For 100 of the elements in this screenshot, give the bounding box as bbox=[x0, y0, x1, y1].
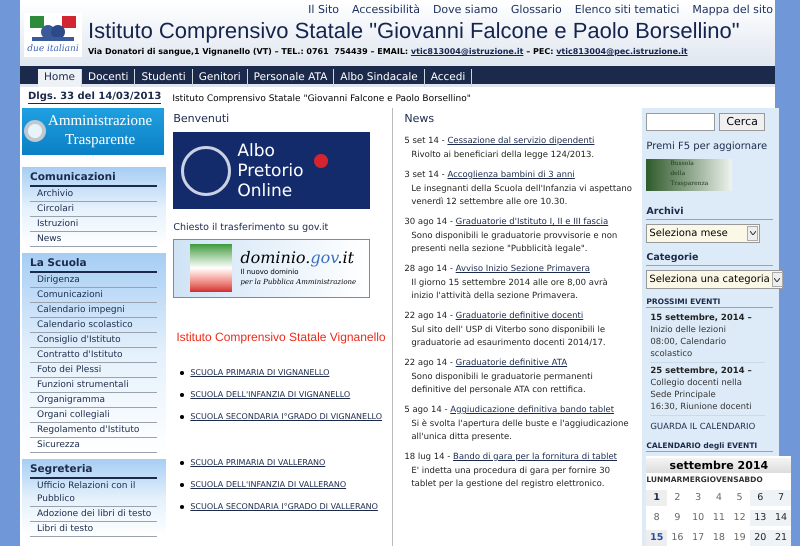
article-title-link[interactable]: Graduatorie definitive ATA bbox=[456, 357, 568, 369]
sidebar-link[interactable]: Dirigenza bbox=[30, 272, 158, 288]
calendar-day[interactable]: 18 bbox=[708, 530, 730, 546]
sidebar-link[interactable]: Regolamento d'Istituto bbox=[30, 422, 158, 438]
school-link[interactable]: SCUOLA SECONDARIA I°GRADO DI VIGNANELLO bbox=[190, 410, 382, 424]
sidebar-link[interactable]: Ufficio Relazioni con il Pubblico bbox=[30, 478, 158, 506]
school-link[interactable]: SCUOLA PRIMARIA DI VIGNANELLO bbox=[190, 366, 330, 380]
nav-tab[interactable]: Accedi bbox=[424, 68, 472, 86]
albo-pretorio-banner[interactable]: Albo Pretorio Online bbox=[173, 132, 370, 209]
calendar-day[interactable]: 1 bbox=[646, 490, 668, 506]
sidebar-link[interactable]: Archivio bbox=[30, 186, 158, 202]
article-summary: Il giorno 15 settembre 2014 alle ore 8,00 avrà inizio l'attività della sezione Primavera. bbox=[411, 277, 609, 303]
nav-tab[interactable]: Genitori bbox=[192, 68, 248, 86]
school-link[interactable]: SCUOLA DELL'INFANZIA DI VALLERANO bbox=[190, 478, 346, 492]
calendar-day[interactable]: 12 bbox=[729, 510, 750, 526]
sidebar-link[interactable]: Istruzioni bbox=[30, 216, 158, 232]
article-title-link[interactable]: Aggiudicazione definitiva bando tablet bbox=[450, 404, 614, 416]
top-link[interactable]: Mappa del sito bbox=[692, 2, 773, 18]
sidebar-link[interactable]: Funzioni strumentali bbox=[30, 378, 158, 392]
sidebar-link[interactable]: Organigramma bbox=[30, 392, 158, 408]
article-title-link[interactable]: Graduatorie definitive docenti bbox=[456, 310, 584, 322]
article-title-link[interactable]: Bando di gara per la fornitura di tablet bbox=[453, 451, 618, 463]
calendar-link[interactable]: GUARDA IL CALENDARIO bbox=[650, 421, 780, 433]
calendar-day[interactable]: 7 bbox=[770, 490, 792, 506]
article-summary: Sono disponibili le graduatorie provvisorie e non presenti nella sezione "Pubblicità legale". bbox=[411, 230, 618, 256]
article-title-link[interactable]: Graduatorie d'Istituto I, II e III fascia bbox=[456, 216, 608, 228]
calendar-day[interactable]: 13 bbox=[750, 510, 771, 526]
breadcrumb-text: Istituto Comprensivo Statale "Giovanni Falcone e Paolo Borsellino" bbox=[172, 92, 472, 106]
address-text: Via Donatori di sangue,1 Vignanello (VT) – TEL.: 0761 754439 – EMAIL: bbox=[88, 46, 410, 58]
top-link[interactable]: Elenco siti tematici bbox=[574, 2, 680, 18]
top-link[interactable]: Glossario bbox=[510, 2, 562, 18]
select-dropdown[interactable]: Seleziona mese bbox=[646, 224, 760, 243]
section-heading: Benvenuti bbox=[173, 110, 230, 126]
top-link[interactable]: Dove siamo bbox=[432, 2, 498, 18]
search-button[interactable]: Cerca bbox=[719, 112, 765, 130]
sidebar-link[interactable]: Sicurezza bbox=[30, 438, 158, 452]
calendar-day[interactable]: 6 bbox=[750, 490, 771, 506]
sidebar-link[interactable]: Organi collegiali bbox=[30, 408, 158, 422]
calendar-day[interactable]: 19 bbox=[729, 530, 750, 546]
nav-tab[interactable]: Albo Sindacale bbox=[334, 68, 425, 86]
calendar-day[interactable]: 2 bbox=[667, 490, 688, 506]
calendar-day[interactable]: 10 bbox=[688, 510, 708, 526]
sidebar-link[interactable]: Comunicazioni bbox=[30, 288, 158, 302]
transparency-banner[interactable]: Amministrazione Trasparente bbox=[22, 108, 164, 154]
section-heading: Comunicazioni bbox=[30, 170, 158, 186]
banner-text: Pretorio bbox=[237, 160, 304, 180]
school-link[interactable]: SCUOLA DELL'INFANZIA DI VIGNANELLO bbox=[190, 388, 350, 402]
article-summary: Sul sito dell' USP di Viterbo sono disponibili le graduatorie ad esaurimento docenti 2014/17. bbox=[411, 324, 607, 350]
transfer-text: Chiesto il trasferimento su gov.it bbox=[173, 221, 330, 235]
top-link[interactable]: Accessibilità bbox=[352, 2, 420, 18]
nav-tab[interactable]: Docenti bbox=[82, 68, 136, 86]
sidebar-link[interactable]: Contratto d'Istituto bbox=[30, 348, 158, 362]
nav-tab[interactable]: Studenti bbox=[135, 68, 193, 86]
calendar-day[interactable]: 3 bbox=[688, 490, 708, 506]
article-summary: Sono disponibili le graduatorie permanenti definitive del personale ATA con rettifica. bbox=[411, 371, 594, 397]
email-link[interactable]: vtic813004@istruzione.it bbox=[410, 46, 524, 58]
calendar-day[interactable]: 15 bbox=[646, 530, 668, 546]
article-title-link[interactable]: Avviso Inizio Sezione Primavera bbox=[456, 263, 590, 275]
sidebar-link[interactable]: Calendario scolastico bbox=[30, 318, 158, 332]
nav-tab[interactable]: Home bbox=[38, 68, 82, 86]
nav-tab[interactable]: Personale ATA bbox=[248, 68, 334, 86]
calendar-day[interactable]: 8 bbox=[646, 510, 668, 526]
sidebar-link[interactable]: Libri di testo bbox=[30, 522, 158, 536]
article-title-link[interactable]: Accoglienza bambini di 3 anni bbox=[447, 169, 575, 181]
sidebar-link[interactable]: Consiglio d'Istituto bbox=[30, 332, 158, 348]
calendar-day[interactable]: 11 bbox=[708, 510, 730, 526]
sidebar-link[interactable]: News bbox=[30, 232, 158, 246]
calendar-day[interactable]: 21 bbox=[770, 530, 792, 546]
sidebar-link[interactable]: Adozione dei libri di testo bbox=[30, 506, 158, 522]
event-date: 25 settembre, 2014 – bbox=[650, 365, 753, 377]
sidebar-link[interactable]: Foto dei Plessi bbox=[30, 362, 158, 378]
event-text: 16:30, Riunione docenti bbox=[650, 401, 753, 413]
article-title-link[interactable]: Cessazione dal servizio dipendenti bbox=[447, 135, 594, 147]
calendar-day[interactable]: 16 bbox=[667, 530, 688, 546]
calendar-day[interactable]: 17 bbox=[688, 530, 708, 546]
sidebar-link[interactable]: Calendario impegni bbox=[30, 302, 158, 318]
article-date: 28 ago 14 - bbox=[404, 263, 454, 275]
top-link[interactable]: Il Sito bbox=[308, 2, 340, 18]
calendar-day[interactable]: 5 bbox=[729, 490, 750, 506]
calendar-day[interactable]: 14 bbox=[770, 510, 792, 526]
school-link[interactable]: SCUOLA PRIMARIA DI VALLERANO bbox=[190, 456, 326, 470]
pec-link[interactable]: vtic813004@pec.istruzione.it bbox=[556, 46, 688, 58]
section-heading: Segreteria bbox=[30, 462, 158, 478]
site-title: Istituto Comprensivo Statale "Giovanni Falcone e Paolo Borsellino" bbox=[88, 18, 741, 44]
news-heading: News bbox=[404, 110, 436, 126]
calendar-day[interactable]: 4 bbox=[708, 490, 730, 506]
article-summary: E' indetta una procedura di gara per fornire 30 tablet per la gestione del registro elettronico. bbox=[411, 465, 612, 491]
calendar-day[interactable]: 9 bbox=[667, 510, 688, 526]
article-date: 30 ago 14 - bbox=[404, 216, 454, 228]
school-link[interactable]: SCUOLA SECONDARIA I°GRADO DI VALLERANO bbox=[190, 500, 378, 514]
event-text: Inizio delle lezioni bbox=[650, 324, 727, 336]
event-text: Collegio docenti nella Sede Principale bbox=[650, 377, 743, 401]
sidebar-link[interactable]: Circolari bbox=[30, 202, 158, 216]
article-date: 3 set 14 - bbox=[404, 169, 446, 181]
refresh-hint: Premi F5 per aggiornare bbox=[646, 140, 768, 154]
calendar-day[interactable]: 20 bbox=[750, 530, 771, 546]
pec-label: – PEC: bbox=[525, 46, 554, 58]
select-dropdown[interactable]: Seleziona una categoria bbox=[646, 270, 784, 289]
decree-heading: Dlgs. 33 del 14/03/2013 bbox=[28, 90, 162, 104]
widget-heading: Categorie bbox=[646, 250, 774, 266]
